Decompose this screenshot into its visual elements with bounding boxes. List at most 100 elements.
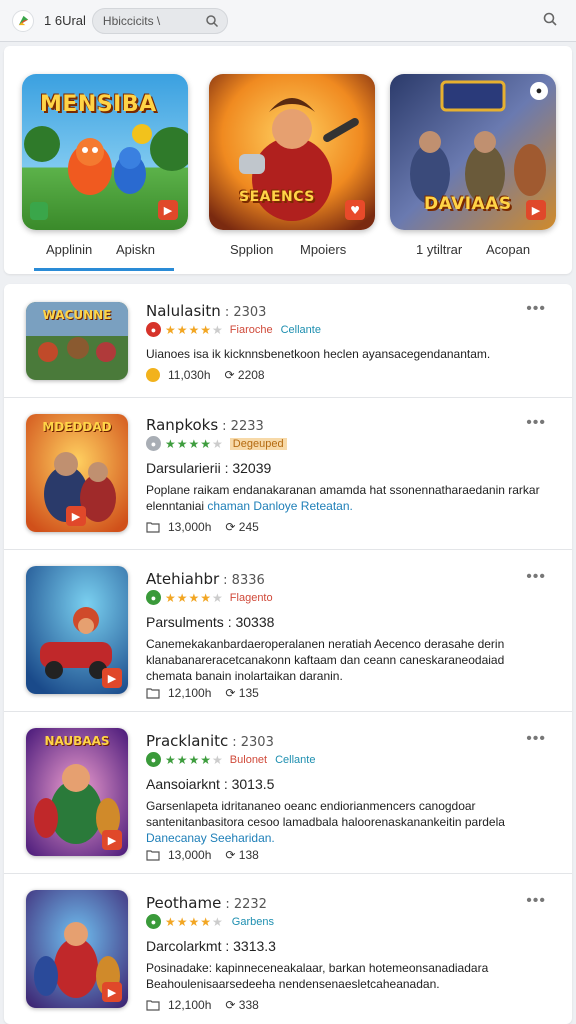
list-item-4-size: 13,000h xyxy=(168,848,212,862)
list-item-3-description: Canemekakanbardaeroperalanen neratiah Ae… xyxy=(146,637,505,683)
top-bar: 1 6Ural Hbiccicits \ xyxy=(0,0,576,42)
folder-icon xyxy=(146,1000,160,1011)
list-item-2-thumbnail[interactable]: MDEDDAD ▶ xyxy=(26,414,128,532)
list-item[interactable]: MDEDDAD ▶ Ranpkoks: 2233 ••• ● ★★★★★ Deg… xyxy=(4,398,572,550)
app-title: 1 6Ural xyxy=(44,13,86,28)
search-input[interactable]: Hbiccicits \ xyxy=(91,7,228,34)
folder-icon xyxy=(146,850,160,861)
list-item-4-tag2: Cellante xyxy=(275,753,316,766)
list-item-2-store-icon: ▶ xyxy=(66,506,86,526)
list-item-5-tag: Garbens xyxy=(231,915,274,928)
list-item-5-downloads: ⟳ 338 xyxy=(225,998,259,1012)
list-item-4-meta: 13,000h ⟳ 138 xyxy=(146,848,259,862)
list-item-2-size: 13,000h xyxy=(168,520,212,534)
list-item-5-description: Posinadake: kapinneceneakalaar, barkan h… xyxy=(146,961,489,991)
list-item-1-downloads: ⟳ 2208 xyxy=(224,368,265,382)
more-options-icon[interactable]: ••• xyxy=(526,568,546,586)
list-item-1-description: Uianoes isa ik kicknnsbenetkoon heclen a… xyxy=(146,347,491,361)
star-rating-icon: ★★★★★ xyxy=(165,590,224,605)
list-item-5-subtitle: Darcolarkmt : 3313.3 xyxy=(146,938,276,954)
list-item-3-size: 12,100h xyxy=(168,686,212,700)
featured-card-2[interactable]: SEAENCS ♥ xyxy=(209,74,375,230)
app-list: WACUNNE Nalulasitn: 2303 ••• ● ★★★★★ Fia… xyxy=(4,284,572,1024)
folder-icon xyxy=(146,522,160,533)
heart-icon: ♥ xyxy=(345,200,365,220)
list-item-3-title: Atehiahbr: 8336 xyxy=(146,570,265,588)
list-item-4-subtitle: Aansoiarknt : 3013.5 xyxy=(146,776,275,792)
list-item-2-meta: 13,000h ⟳ 245 xyxy=(146,520,259,534)
list-item-5-thumbnail[interactable]: ▶ xyxy=(26,890,128,1008)
tab-applinin[interactable]: Applinin xyxy=(46,242,92,257)
featured-card-1-title: MENSIBA xyxy=(40,92,157,117)
more-options-icon[interactable]: ••• xyxy=(526,300,546,318)
list-item-2-downloads: ⟳ 245 xyxy=(225,520,259,534)
more-options-icon[interactable]: ••• xyxy=(526,414,546,432)
list-item-2-subtitle: Darsularierii : 32039 xyxy=(146,460,272,476)
featured-card-2-title: SEAENCS xyxy=(239,189,315,205)
search-input-text: Hbiccicits \ xyxy=(102,13,161,28)
list-item[interactable]: WACUNNE Nalulasitn: 2303 ••• ● ★★★★★ Fia… xyxy=(4,284,572,398)
list-item-5-store-icon: ▶ xyxy=(102,982,122,1002)
apple-icon: ● xyxy=(530,82,548,100)
list-item-4-title: Pracklanitc: 2303 xyxy=(146,732,274,750)
list-item-1-meta: 11,030h ⟳ 2208 xyxy=(146,368,265,382)
coin-icon xyxy=(146,368,160,382)
list-item-4-badge: NAUBAAS xyxy=(44,734,110,748)
featured-card-1-store-icon: ▶ xyxy=(158,200,178,220)
list-item[interactable]: ▶ Peothame: 2232 ••• ● ★★★★★ Garbens Dar… xyxy=(4,874,572,1024)
list-item-5-size: 12,100h xyxy=(168,998,212,1012)
list-item-2-title: Ranpkoks: 2233 xyxy=(146,416,264,434)
active-tab-indicator xyxy=(34,268,174,271)
star-rating-icon: ★★★★★ xyxy=(165,752,224,767)
list-item[interactable]: NAUBAAS ▶ Pracklanitc: 2303 ••• ● ★★★★★ … xyxy=(4,712,572,874)
rating-badge-icon: ● xyxy=(146,436,161,451)
list-item-4-downloads: ⟳ 138 xyxy=(225,848,259,862)
list-item-3-store-icon: ▶ xyxy=(102,668,122,688)
list-item-2-description: Poplane raikam endanakaranan amamda hat … xyxy=(146,483,540,513)
tab-apiskn[interactable]: Apiskn xyxy=(116,242,155,257)
tab-spplion[interactable]: Spplion xyxy=(230,242,273,257)
rating-badge-icon: ● xyxy=(146,322,161,337)
rating-badge-icon: ● xyxy=(146,914,161,929)
featured-card-3[interactable]: DAVIAAS ▶ ● xyxy=(390,74,556,230)
list-item[interactable]: ▶ Atehiahbr: 8336 ••• ● ★★★★★ Flagento P… xyxy=(4,550,572,712)
featured-section: MENSIBA ▶ SEAENCS ♥ DAVIAAS ▶ ● Applinin… xyxy=(4,46,572,274)
rating-badge-icon: ● xyxy=(146,752,161,767)
list-item-2-rating: ● ★★★★★ Degeuped xyxy=(146,436,287,451)
featured-card-1[interactable]: MENSIBA ▶ xyxy=(22,74,188,230)
list-item-1-title: Nalulasitn: 2303 xyxy=(146,302,267,320)
list-item-4-rating: ● ★★★★★ Bulonet Cellante xyxy=(146,752,315,767)
list-item-2-badge: MDEDDAD xyxy=(42,420,112,434)
star-rating-icon: ★★★★★ xyxy=(165,914,224,929)
list-item-1-thumbnail[interactable]: WACUNNE xyxy=(26,302,128,380)
star-rating-icon: ★★★★★ xyxy=(165,436,224,451)
list-item-1-badge: WACUNNE xyxy=(42,308,112,322)
featured-card-3-title: DAVIAAS xyxy=(424,194,512,214)
list-item-3-tag: Flagento xyxy=(229,591,273,604)
voice-search-icon[interactable] xyxy=(542,11,558,27)
more-options-icon[interactable]: ••• xyxy=(526,892,546,910)
list-item-4-thumbnail[interactable]: NAUBAAS ▶ xyxy=(26,728,128,856)
list-item-1-tag2: Cellante xyxy=(280,323,321,336)
list-item-3-rating: ● ★★★★★ Flagento xyxy=(146,590,273,605)
folder-icon xyxy=(146,688,160,699)
list-item-4-tag: Bulonet xyxy=(229,753,268,766)
list-item-2-tag: Degeuped xyxy=(229,437,287,450)
list-item-4-description: Garsenlapeta idritananeo oeanc endiorian… xyxy=(146,799,505,845)
list-item-3-meta: 12,100h ⟳ 135 xyxy=(146,686,259,700)
play-badge-icon xyxy=(30,202,48,220)
leaf-logo-icon[interactable] xyxy=(12,9,34,32)
rating-badge-icon: ● xyxy=(146,590,161,605)
search-icon[interactable] xyxy=(205,14,219,28)
list-item-3-thumbnail[interactable]: ▶ xyxy=(26,566,128,694)
list-item-4-store-icon: ▶ xyxy=(102,830,122,850)
list-item-5-rating: ● ★★★★★ Garbens xyxy=(146,914,274,929)
star-rating-icon: ★★★★★ xyxy=(165,322,224,337)
featured-card-3-store-icon: ▶ xyxy=(526,200,546,220)
tab-ytiltrar[interactable]: 1 ytiltrar xyxy=(416,242,462,257)
tab-acopan[interactable]: Acopan xyxy=(486,242,530,257)
more-options-icon[interactable]: ••• xyxy=(526,730,546,748)
list-item-5-meta: 12,100h ⟳ 338 xyxy=(146,998,259,1012)
list-item-3-downloads: ⟳ 135 xyxy=(225,686,259,700)
tab-mpoiers[interactable]: Mpoiers xyxy=(300,242,346,257)
